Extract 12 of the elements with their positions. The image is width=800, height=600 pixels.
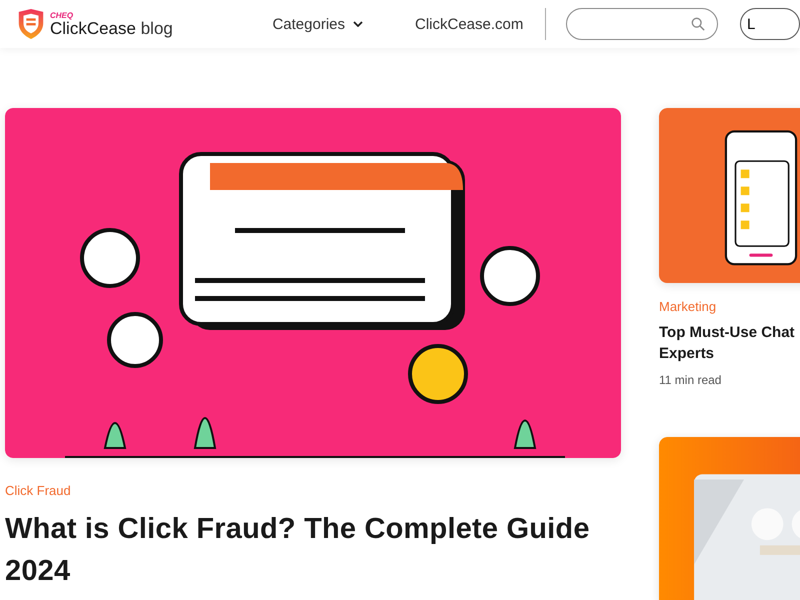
search-field[interactable]	[566, 8, 718, 40]
nav-link[interactable]: ClickCease.com	[415, 16, 524, 32]
logo-text[interactable]: ClickCease blog	[50, 20, 173, 36]
search-icon	[690, 17, 705, 31]
read-time: 11 min read	[659, 373, 722, 387]
article-title[interactable]: What is Click Fraud? The Complete Guide 2024	[5, 508, 621, 592]
brand-mark: CHEQ	[50, 12, 74, 20]
shield-logo-icon[interactable]	[16, 8, 46, 40]
caret-icon	[353, 21, 363, 27]
categories-menu[interactable]: Categories	[272, 16, 363, 32]
article-title[interactable]: Top Must-Use Chat Experts	[659, 322, 800, 364]
login-button[interactable]: L	[740, 8, 800, 40]
